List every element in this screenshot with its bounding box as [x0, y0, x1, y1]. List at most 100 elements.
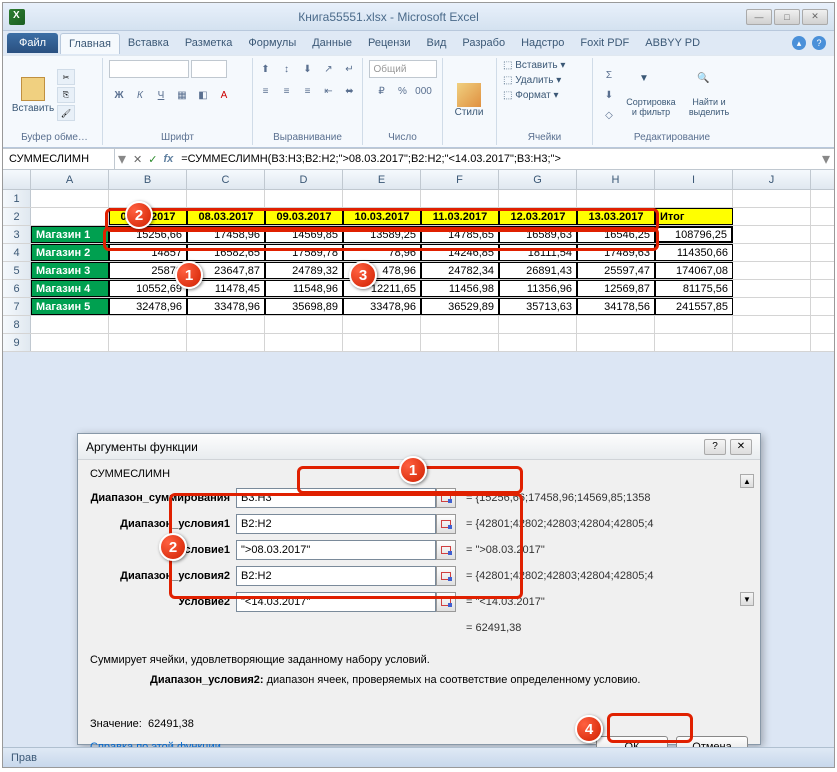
close-button[interactable]: ✕	[802, 9, 828, 25]
arg-input[interactable]: B2:H2	[236, 566, 436, 586]
cell[interactable]	[733, 298, 811, 315]
cell[interactable]: 114350,66	[655, 244, 733, 261]
args-scroll-down[interactable]: ▼	[740, 592, 754, 606]
row-header[interactable]: 3	[3, 226, 31, 243]
tab-view[interactable]: Вид	[419, 33, 455, 53]
cell[interactable]	[655, 316, 733, 333]
row-header[interactable]: 9	[3, 334, 31, 351]
cell[interactable]	[343, 334, 421, 351]
maximize-button[interactable]: □	[774, 9, 800, 25]
cell[interactable]: 17458,96	[187, 226, 265, 243]
cell[interactable]: 25597,47	[577, 262, 655, 279]
cell[interactable]: Магазин 2	[31, 244, 109, 261]
formula-expand-button[interactable]: ▾	[818, 149, 834, 169]
cell[interactable]	[187, 334, 265, 351]
cell[interactable]: 12.03.2017	[499, 208, 577, 225]
cells-format-button[interactable]: ⬚ Формат ▾	[503, 90, 559, 101]
fill-color-button[interactable]: ◧	[193, 86, 213, 104]
cell[interactable]: 26891,43	[499, 262, 577, 279]
formula-input[interactable]: =СУММЕСЛИМН(B3:H3;B2:H2;">08.03.2017";B2…	[177, 153, 818, 165]
align-left-button[interactable]: ≡	[256, 82, 276, 100]
cell[interactable]	[187, 316, 265, 333]
merge-button[interactable]: ⬌	[340, 82, 360, 100]
cell[interactable]	[733, 280, 811, 297]
align-top-button[interactable]: ⬆	[256, 60, 276, 78]
dialog-close-button[interactable]: ✕	[730, 439, 752, 455]
tab-data[interactable]: Данные	[304, 33, 360, 53]
enter-formula-button[interactable]: ✓	[148, 153, 157, 166]
cell[interactable]: Магазин 4	[31, 280, 109, 297]
arg-input[interactable]: B3:H3	[236, 488, 436, 508]
help-icon[interactable]: ?	[812, 36, 826, 50]
cell[interactable]	[343, 316, 421, 333]
cell[interactable]	[343, 190, 421, 207]
cell[interactable]: 12569,87	[577, 280, 655, 297]
cell[interactable]	[577, 190, 655, 207]
fx-button[interactable]: fx	[163, 153, 173, 166]
cell[interactable]	[265, 190, 343, 207]
cell[interactable]	[187, 190, 265, 207]
number-format-combo[interactable]: Общий	[369, 60, 437, 78]
cell[interactable]	[733, 316, 811, 333]
col-header-g[interactable]: G	[499, 170, 577, 189]
row-header[interactable]: 5	[3, 262, 31, 279]
col-header-h[interactable]: H	[577, 170, 655, 189]
indent-dec-button[interactable]: ⇤	[319, 82, 339, 100]
cell[interactable]: 35713,63	[499, 298, 577, 315]
cell[interactable]: Магазин 3	[31, 262, 109, 279]
cell[interactable]: 13589,25	[343, 226, 421, 243]
cell[interactable]: 09.03.2017	[265, 208, 343, 225]
col-header-a[interactable]: A	[31, 170, 109, 189]
cell[interactable]: 17589,78	[265, 244, 343, 261]
row-header[interactable]: 8	[3, 316, 31, 333]
col-header-j[interactable]: J	[733, 170, 811, 189]
bold-button[interactable]: Ж	[109, 86, 129, 104]
cell[interactable]	[31, 208, 109, 225]
col-header-d[interactable]: D	[265, 170, 343, 189]
tab-abbyy[interactable]: ABBYY PD	[637, 33, 708, 53]
cell[interactable]: 35698,89	[265, 298, 343, 315]
cell[interactable]: 16546,25	[577, 226, 655, 243]
cell[interactable]: 16589,63	[499, 226, 577, 243]
cell[interactable]	[31, 190, 109, 207]
cell[interactable]: 15256,66	[109, 226, 187, 243]
active-cell[interactable]: 108796,25	[655, 226, 733, 243]
cell[interactable]	[577, 316, 655, 333]
cell[interactable]	[733, 262, 811, 279]
tab-layout[interactable]: Разметка	[177, 33, 241, 53]
copy-button[interactable]: ⎘	[57, 87, 75, 103]
cell[interactable]	[499, 190, 577, 207]
arg-input[interactable]: B2:H2	[236, 514, 436, 534]
cell[interactable]: 13.03.2017	[577, 208, 655, 225]
range-picker-button[interactable]	[436, 566, 456, 586]
cells-insert-button[interactable]: ⬚ Вставить ▾	[503, 60, 565, 71]
underline-button[interactable]: Ч	[151, 86, 171, 104]
tab-formulas[interactable]: Формулы	[240, 33, 304, 53]
cell[interactable]	[655, 190, 733, 207]
clear-button[interactable]: ◇	[599, 106, 619, 124]
name-box-dropdown[interactable]: ▾	[115, 149, 129, 169]
cell[interactable]: 241557,85	[655, 298, 733, 315]
col-header-c[interactable]: C	[187, 170, 265, 189]
format-painter-button[interactable]: 🖌	[57, 105, 75, 121]
minimize-button[interactable]: —	[746, 9, 772, 25]
cell[interactable]: 174067,08	[655, 262, 733, 279]
align-center-button[interactable]: ≡	[277, 82, 297, 100]
cell[interactable]	[499, 334, 577, 351]
cell[interactable]: 36529,89	[421, 298, 499, 315]
cell[interactable]: 32478,96	[109, 298, 187, 315]
styles-button[interactable]: Стили	[449, 73, 489, 129]
cell[interactable]: Магазин 1	[31, 226, 109, 243]
cancel-formula-button[interactable]: ✕	[133, 153, 142, 166]
tab-addins[interactable]: Надстро	[513, 33, 572, 53]
cell[interactable]: 81175,56	[655, 280, 733, 297]
cell[interactable]: 14569,85	[265, 226, 343, 243]
arg-input[interactable]: ">08.03.2017"	[236, 540, 436, 560]
cells-delete-button[interactable]: ⬚ Удалить ▾	[503, 75, 561, 86]
cell[interactable]	[421, 190, 499, 207]
cell[interactable]	[733, 190, 811, 207]
cell[interactable]: 11456,98	[421, 280, 499, 297]
tab-review[interactable]: Рецензи	[360, 33, 419, 53]
name-box[interactable]: СУММЕСЛИМН	[3, 149, 115, 169]
paste-button[interactable]: Вставить	[13, 67, 53, 123]
